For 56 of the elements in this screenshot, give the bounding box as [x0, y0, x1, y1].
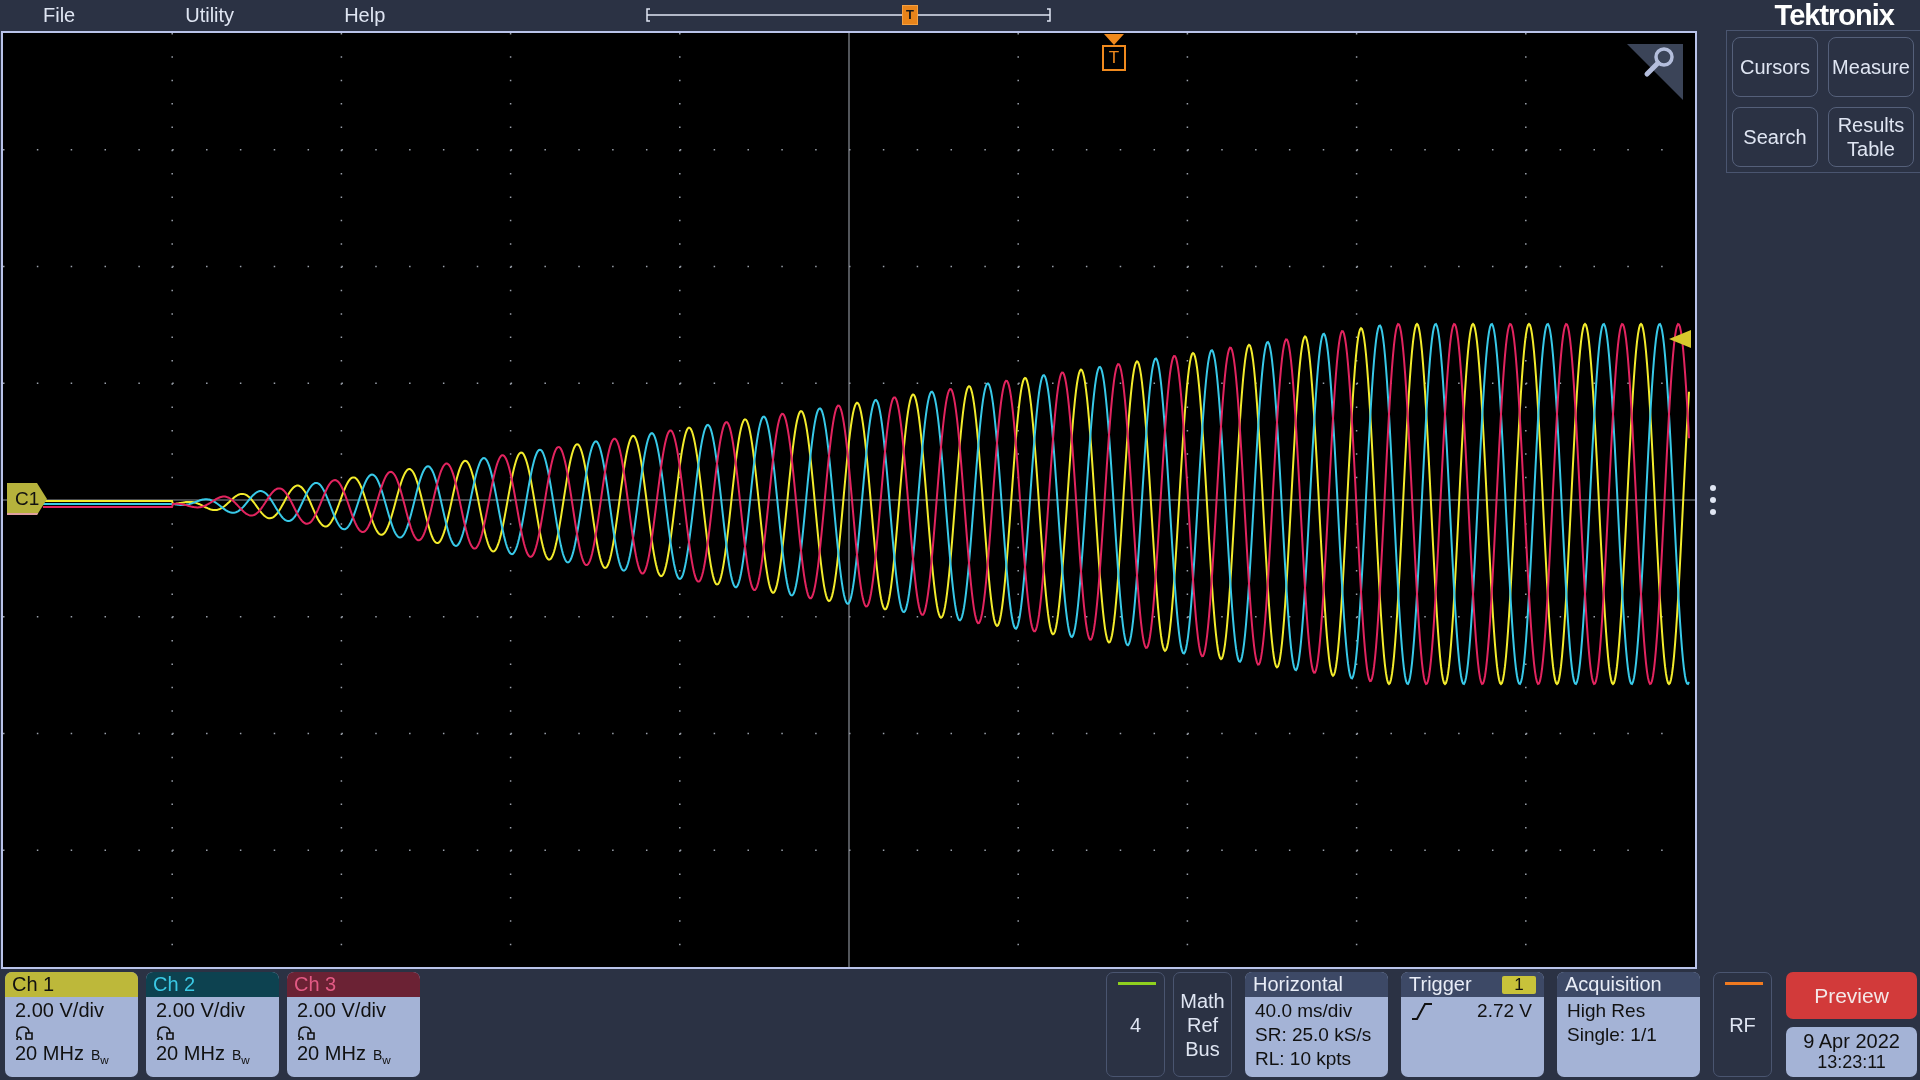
- probe-icon: [16, 1026, 33, 1040]
- side-button[interactable]: Results Table: [1828, 107, 1914, 167]
- trigger-level: 2.72 V: [1477, 999, 1532, 1023]
- menu-item[interactable]: File: [43, 3, 76, 27]
- bandwidth-limit-mark: B$_{w}$: [231, 1046, 250, 1068]
- panel-title: Acquisition: [1565, 972, 1662, 997]
- rising-edge-icon: [1411, 1003, 1433, 1020]
- caret-icon: [1104, 34, 1124, 45]
- panel-value: SR: 25.0 kS/s: [1255, 1023, 1373, 1047]
- channel-scale: 2.00 V/div: [15, 999, 105, 1022]
- side-button[interactable]: Measure: [1828, 37, 1914, 97]
- menu-item[interactable]: Help: [344, 3, 386, 27]
- panel-title: Trigger: [1409, 972, 1472, 997]
- rf-button[interactable]: RF: [1713, 972, 1772, 1077]
- channel-label: Ch 2: [146, 972, 279, 997]
- bandwidth-limit-mark: B$_{w}$: [90, 1046, 109, 1068]
- trigger-marker[interactable]: T: [1102, 45, 1126, 71]
- side-button[interactable]: Search: [1732, 107, 1818, 167]
- panel-title: Horizontal: [1253, 972, 1344, 997]
- trigger-source-tag: 1: [1502, 975, 1536, 994]
- bandwidth-label: 20 MHz: [156, 1042, 225, 1065]
- channel-scale: 2.00 V/div: [156, 999, 246, 1022]
- channel-badge[interactable]: Ch 1 2.00 V/div 20 MHz B$_{w}$: [5, 972, 138, 1077]
- brand-logo: Tektronix: [1773, 0, 1896, 30]
- trigger-marker[interactable]: T: [902, 5, 918, 25]
- channel-badge[interactable]: Ch 2 2.00 V/div 20 MHz B$_{w}$: [146, 972, 279, 1077]
- time-label: 13:23:11: [1817, 1052, 1886, 1073]
- panel-value: Single: 1/1: [1567, 1023, 1658, 1047]
- channel-label: Ch 3: [287, 972, 420, 997]
- rf-color-bar: [1725, 982, 1763, 985]
- drag-handle-icon[interactable]: [1710, 485, 1716, 515]
- channel-label: Ch 1: [5, 972, 138, 997]
- bandwidth-label: 20 MHz: [15, 1042, 84, 1065]
- probe-icon: [157, 1026, 174, 1040]
- channel-color-bar: [1118, 982, 1156, 985]
- bandwidth-label: 20 MHz: [297, 1042, 366, 1065]
- horizontal-panel[interactable]: Horizontal 40.0 ms/div SR: 25.0 kS/s RL: 10 kpts: [1245, 972, 1388, 1077]
- acquisition-panel[interactable]: Acquisition High Res Single: 1/1: [1557, 972, 1700, 1077]
- trigger-level-icon[interactable]: [1669, 330, 1691, 348]
- timeline-overview[interactable]: [646, 8, 1051, 22]
- add-channel-button[interactable]: 4: [1106, 972, 1165, 1077]
- channel-marker[interactable]: C1: [7, 483, 47, 515]
- preview-button[interactable]: Preview: [1786, 972, 1917, 1019]
- panel-value: 40.0 ms/div: [1255, 999, 1354, 1023]
- trigger-panel[interactable]: Trigger 1 2.72 V: [1401, 972, 1544, 1077]
- magnifier-icon[interactable]: [1627, 44, 1683, 100]
- channel-badge[interactable]: Ch 3 2.00 V/div 20 MHz B$_{w}$: [287, 972, 420, 1077]
- math-ref-bus-button[interactable]: Math Ref Bus: [1173, 972, 1232, 1077]
- channel-scale: 2.00 V/div: [297, 999, 387, 1022]
- date-label: 9 Apr 2022: [1803, 1031, 1900, 1052]
- bandwidth-limit-mark: B$_{w}$: [372, 1046, 391, 1068]
- probe-icon: [298, 1026, 315, 1040]
- panel-value: High Res: [1567, 999, 1647, 1023]
- side-button[interactable]: Cursors: [1732, 37, 1818, 97]
- menu-item[interactable]: Utility: [185, 3, 235, 27]
- panel-value: RL: 10 kpts: [1255, 1047, 1353, 1071]
